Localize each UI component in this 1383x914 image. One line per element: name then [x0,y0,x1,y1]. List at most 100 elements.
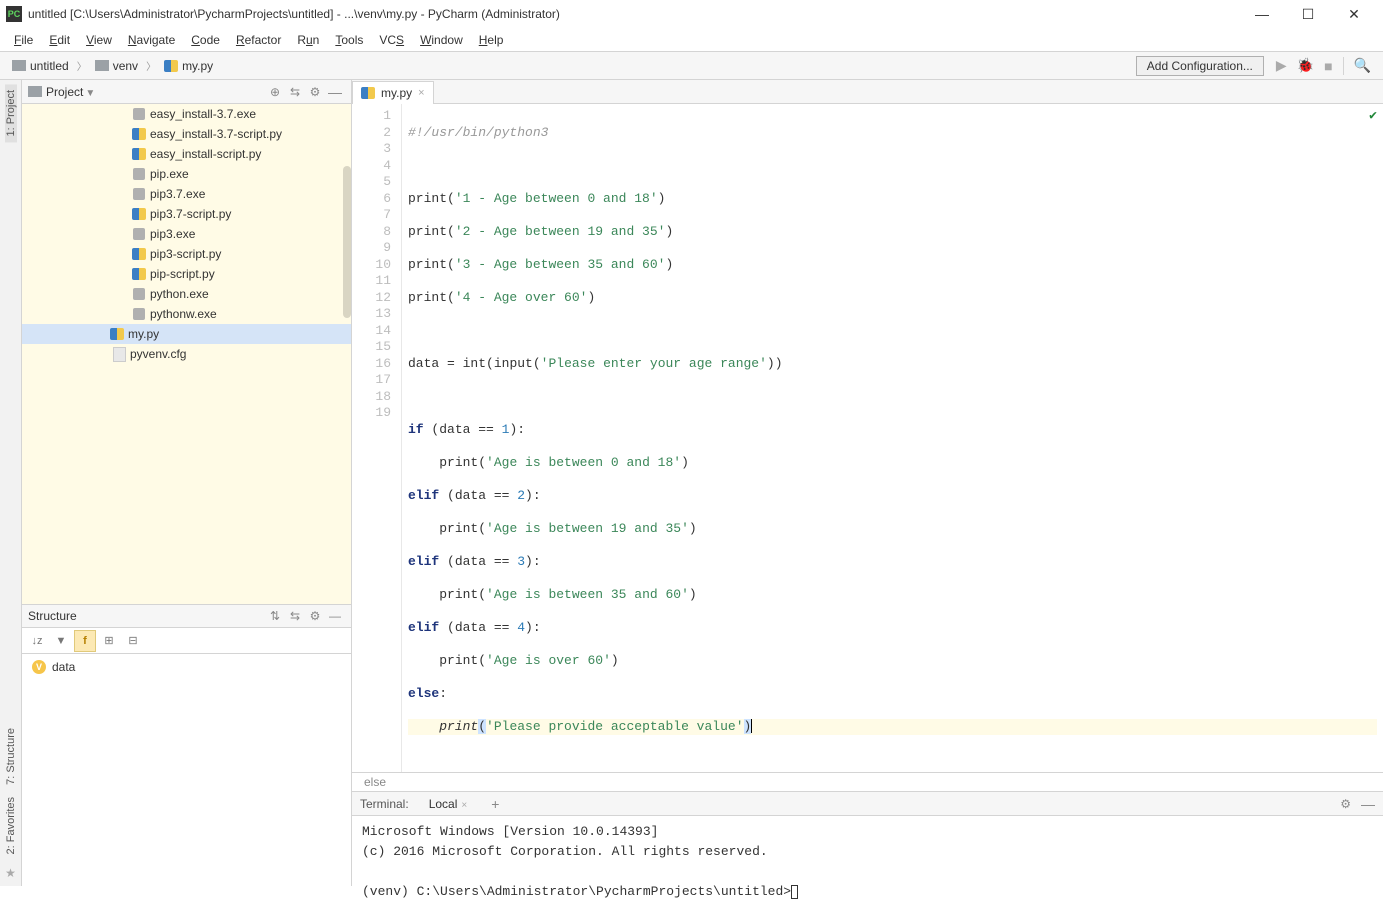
file-row[interactable]: pythonw.exe [22,304,351,324]
menu-run[interactable]: Run [289,31,327,49]
hide-icon[interactable]: — [325,84,345,100]
variable-icon: V [32,660,46,674]
app-icon: PC [6,6,22,22]
file-row[interactable]: pip3.exe [22,224,351,244]
terminal-body[interactable]: Microsoft Windows [Version 10.0.14393] (… [352,816,1383,908]
minimize-button[interactable]: — [1239,0,1285,28]
toolbar-icon[interactable]: ⊞ [98,630,120,652]
python-icon [361,87,375,99]
star-icon[interactable]: ★ [5,866,16,880]
menu-tools[interactable]: Tools [327,31,371,49]
editor-breadcrumb[interactable]: else [352,772,1383,791]
menubar: File Edit View Navigate Code Refactor Ru… [0,28,1383,52]
stop-icon[interactable]: ■ [1324,58,1332,74]
file-row[interactable]: easy_install-3.7.exe [22,104,351,124]
breadcrumb-venv[interactable]: venv [89,57,144,75]
breadcrumb-file[interactable]: my.py [158,57,219,75]
file-row[interactable]: pip-script.py [22,264,351,284]
terminal-cursor [791,885,798,899]
hide-icon[interactable]: — [325,609,345,623]
run-icon[interactable]: ▶ [1276,57,1287,74]
collapse-icon[interactable]: ⇆ [285,609,305,623]
menu-edit[interactable]: Edit [41,31,78,49]
maximize-button[interactable]: ☐ [1285,0,1331,28]
project-panel: Project▼ ⊕ ⇆ ⚙ — easy_install-3.7.exe ea… [22,80,352,886]
project-header: Project▼ ⊕ ⇆ ⚙ — [22,80,351,104]
locate-icon[interactable]: ⊕ [265,85,285,99]
exe-icon [132,107,146,121]
file-row[interactable]: python.exe [22,284,351,304]
exe-icon [132,167,146,181]
file-row-selected[interactable]: my.py [22,324,351,344]
file-row[interactable]: pip3.7-script.py [22,204,351,224]
terminal-label: Terminal: [360,797,409,811]
gear-icon[interactable]: ⚙ [305,609,325,623]
folder-icon [28,86,42,97]
structure-panel: Structure ⇅ ⇆ ⚙ — ↓z ▼ f ⊞ ⊟ V data [22,604,351,886]
menu-refactor[interactable]: Refactor [228,31,289,49]
code-area[interactable]: #!/usr/bin/python3 print('1 - Age betwee… [402,104,1383,772]
scrollbar-thumb[interactable] [343,166,351,318]
titlebar: PC untitled [C:\Users\Administrator\Pych… [0,0,1383,28]
sort-icon[interactable]: ↓z [26,630,48,652]
editor-tabs: my.py × [352,80,1383,104]
show-fields-icon[interactable]: f [74,630,96,652]
search-icon[interactable]: 🔍 [1354,57,1371,74]
python-icon [132,208,146,220]
menu-help[interactable]: Help [471,31,512,49]
side-tab-favorites[interactable]: 2: Favorites [5,791,17,860]
close-tab-icon[interactable]: × [418,87,424,99]
filter-icon[interactable]: ▼ [50,630,72,652]
file-row[interactable]: easy_install-script.py [22,144,351,164]
close-button[interactable]: ✕ [1331,0,1377,28]
structure-toolbar: ↓z ▼ f ⊞ ⊟ [22,628,351,654]
python-icon [110,328,124,340]
project-tree[interactable]: easy_install-3.7.exe easy_install-3.7-sc… [22,104,351,604]
navbar: untitled 〉 venv 〉 my.py Add Configuratio… [0,52,1383,80]
window-title: untitled [C:\Users\Administrator\Pycharm… [28,7,1239,21]
menu-navigate[interactable]: Navigate [120,31,183,49]
menu-file[interactable]: File [6,31,41,49]
python-icon [164,60,178,72]
editor-area: my.py × ✔ 12345678910111213141516171819 … [352,80,1383,886]
hide-icon[interactable]: — [1361,796,1375,812]
line-gutter: 12345678910111213141516171819 [352,104,402,772]
editor-tab-mypy[interactable]: my.py × [352,81,434,104]
menu-view[interactable]: View [78,31,120,49]
chevron-icon: 〉 [146,58,156,73]
debug-icon[interactable]: 🐞 [1297,57,1314,74]
expand-icon[interactable]: ⇅ [265,609,285,623]
structure-node[interactable]: V data [32,660,341,674]
caret [751,719,752,733]
close-tab-icon[interactable]: × [461,800,467,811]
menu-code[interactable]: Code [183,31,228,49]
add-configuration-button[interactable]: Add Configuration... [1136,56,1264,76]
editor[interactable]: ✔ 12345678910111213141516171819 #!/usr/b… [352,104,1383,772]
file-row[interactable]: easy_install-3.7-script.py [22,124,351,144]
chevron-icon: 〉 [77,58,87,73]
menu-window[interactable]: Window [412,31,471,49]
file-row[interactable]: pyvenv.cfg [22,344,351,364]
collapse-icon[interactable]: ⇆ [285,85,305,99]
new-terminal-icon[interactable]: + [491,796,499,812]
terminal-tab-local[interactable]: Local× [421,795,476,813]
file-row[interactable]: pip3.7.exe [22,184,351,204]
breadcrumb-untitled[interactable]: untitled [6,57,75,75]
gear-icon[interactable]: ⚙ [305,85,325,99]
menu-vcs[interactable]: VCS [371,31,412,49]
left-gutter: 1: Project 7: Structure 2: Favorites ★ [0,80,22,886]
folder-icon [95,60,109,71]
python-icon [132,268,146,280]
gear-icon[interactable]: ⚙ [1340,797,1351,811]
dropdown-icon: ▼ [85,88,95,99]
file-row[interactable]: pip.exe [22,164,351,184]
side-tab-project[interactable]: 1: Project [5,84,17,142]
terminal-pane: Terminal: Local× + ⚙ — Microsoft Windows… [352,791,1383,908]
toolbar-icon[interactable]: ⊟ [122,630,144,652]
python-icon [132,148,146,160]
exe-icon [132,187,146,201]
side-tab-structure[interactable]: 7: Structure [5,722,17,791]
file-row[interactable]: pip3-script.py [22,244,351,264]
python-icon [132,128,146,140]
exe-icon [132,287,146,301]
